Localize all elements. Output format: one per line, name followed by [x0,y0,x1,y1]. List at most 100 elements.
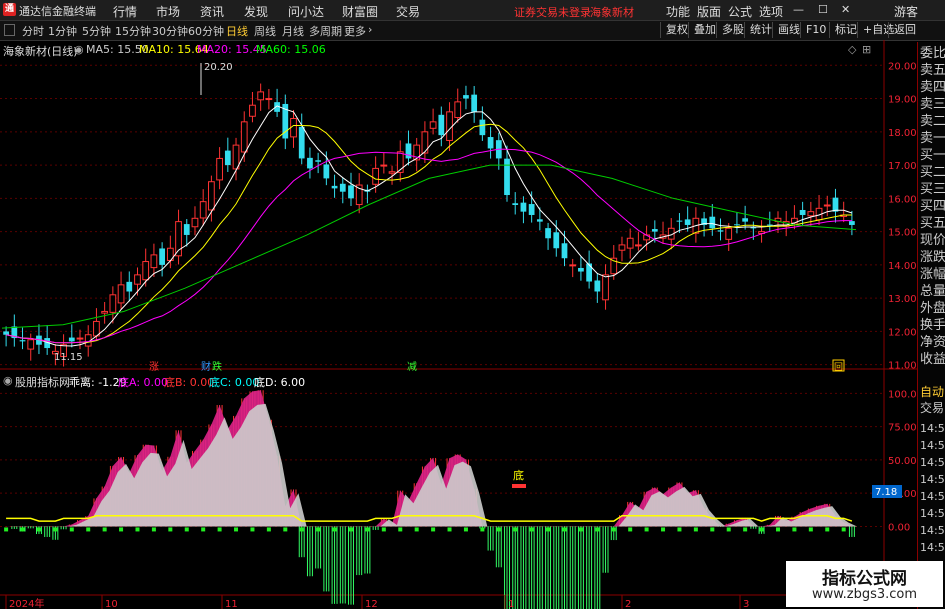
candle-body [651,229,658,232]
indicator-dot [726,527,731,532]
time-tick: 2024年 [9,597,44,609]
event-mark-zhang: 涨 [149,361,159,373]
indicator-dot [217,527,222,532]
price-tick: 11.00 [888,361,917,372]
side-item-9: 买四 [920,199,945,214]
price-tick: 13.00 [888,294,917,305]
period-fenshi[interactable]: 分时 [22,23,44,39]
menu-faxian[interactable]: 发现 [244,3,268,20]
candle-body [807,211,815,217]
period-5min[interactable]: 5分钟 [82,23,111,39]
time-tick: 11 [225,599,238,609]
indicator-dot [332,527,337,532]
btn-back[interactable]: 返回 [888,22,921,38]
side-item-13: 涨幅 [920,267,945,282]
btn-f10[interactable]: F10 [800,22,831,38]
indicator-tick: 50.00 [888,456,917,467]
period-15min[interactable]: 15分钟 [115,23,151,39]
indicator-axis: 100.075.0050.0025.000.00 [888,389,917,533]
indicator-dot [184,527,189,532]
side-item-15: 外盘 [920,301,945,316]
candle-body [832,197,839,212]
menu-caifuquan[interactable]: 财富圈 [342,3,378,20]
candle-body [684,219,691,225]
candle-body [150,254,158,269]
auto-trade-label-1[interactable]: 自动 [920,385,944,400]
indicator-dot [447,527,452,532]
candle-body [676,220,683,222]
indicator-dot [792,527,797,532]
candle-body [134,274,141,285]
candle-body [602,274,609,301]
time-tick: 10 [105,599,118,609]
candle-body [635,244,642,247]
chevron-right-icon[interactable]: › [368,23,372,36]
menu-zixun[interactable]: 资讯 [200,3,224,20]
candle-body [126,281,133,292]
menu-banmian[interactable]: 版面 [697,3,721,20]
period-day[interactable]: 日线 [226,23,248,39]
period-multi[interactable]: 多周期 [309,23,342,39]
login-notice[interactable]: 证券交易未登录 [514,4,591,20]
indicator-dot [135,527,140,532]
side-item-4: 卖二 [920,114,945,129]
title-menu-bar: 通 通达信金融终端 行情 市场 资讯 发现 问小达 财富圈 交易 证券交易未登录… [0,0,945,21]
menu-hangqing[interactable]: 行情 [113,3,137,20]
indicator-dot [677,527,682,532]
ma10-line [5,123,852,344]
indicator-dot [365,527,370,532]
candle-body [19,340,26,342]
candle-body [208,181,215,211]
menu-gongneng[interactable]: 功能 [666,3,690,20]
indicator-dot [151,527,156,532]
di-label: 底 [513,468,524,482]
period-more[interactable]: 更多 [344,23,366,39]
candle-body [101,310,109,314]
side-time-6: 14:56 [920,524,945,537]
chart-canvas[interactable]: 20.20 11.15 涨 财 跌 减 回 20.0019.0018.0017.… [0,40,917,609]
candle-body [799,209,806,215]
menu-xuanxiang[interactable]: 选项 [759,3,783,20]
candle-body [734,224,740,226]
maximize-icon[interactable]: ☐ [818,3,828,16]
high-price-label: 20.20 [204,62,233,73]
auto-trade-label-2[interactable]: 交易 [920,401,944,416]
side-time-1: 14:56 [920,439,945,452]
quote-side-panel: 委比 卖五 卖四 卖三 卖二 卖一 买一 买二 买三 买四 买五 现价 涨跌 涨幅 总量 外盘 换手 净资 收益 自… [917,42,945,609]
side-item-0: 委比 [920,46,945,61]
menu-gongshi[interactable]: 公式 [728,3,752,20]
side-item-6: 买一 [920,148,945,163]
price-tick: 17.00 [888,161,917,172]
side-time-0: 14:56 [920,422,945,435]
layout-toggle-icon[interactable] [4,24,15,36]
event-mark-cai: 财 [201,360,211,373]
candle-body [823,204,831,207]
candle-body [388,171,396,174]
minimize-icon[interactable]: — [793,3,804,16]
side-item-7: 买二 [920,165,945,180]
menu-shichang[interactable]: 市场 [156,3,180,20]
side-item-16: 换手 [920,318,945,333]
period-30min[interactable]: 30分钟 [152,23,188,39]
period-60min[interactable]: 60分钟 [188,23,224,39]
menu-jiaoyi[interactable]: 交易 [396,3,420,20]
period-1min[interactable]: 1分钟 [48,23,77,39]
indicator-dot [529,527,534,532]
period-week[interactable]: 周线 [254,23,276,39]
indicator-dot [710,527,715,532]
candle-body [750,227,757,229]
candle-body [446,111,453,141]
candle-body [487,137,494,149]
candle-body [339,183,346,192]
candle-body [429,121,437,129]
candle-body [618,244,626,251]
indicator-dot [69,527,74,532]
candle-body [742,218,749,222]
event-mark-jian: 减 [407,361,417,373]
side-item-3: 卖三 [920,97,945,112]
guest-label[interactable]: 游客 [894,3,918,20]
menu-wenxiaoda[interactable]: 问小达 [288,3,324,20]
close-icon[interactable]: ✕ [841,3,850,16]
period-month[interactable]: 月线 [282,23,304,39]
indicator-dot [119,527,124,532]
